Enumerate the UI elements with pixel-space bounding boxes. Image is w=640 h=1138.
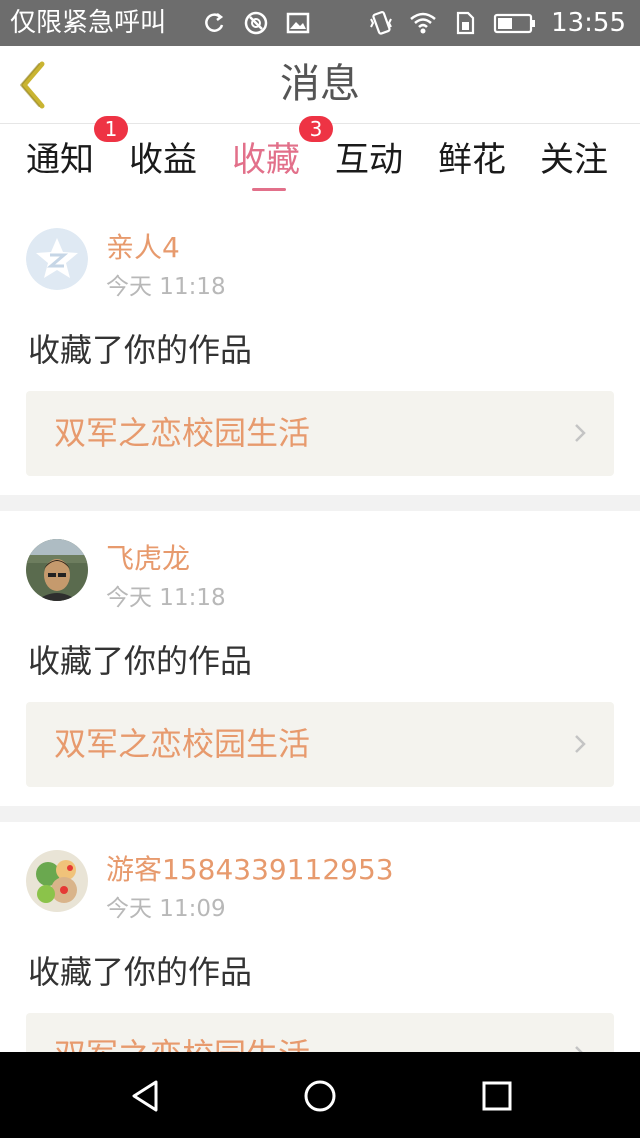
list-item: 游客1584339112953 今天 11:09 收藏了你的作品 双军之恋校园生… xyxy=(0,822,640,1052)
username[interactable]: 亲人4 xyxy=(106,230,180,266)
status-system-icons: 13:55 xyxy=(367,6,626,40)
tab-follows[interactable]: 关注 xyxy=(540,138,608,182)
status-notification-icons xyxy=(200,8,312,38)
sync-icon xyxy=(205,13,224,32)
timestamp: 今天 11:09 xyxy=(106,896,226,922)
notifications-badge: 1 xyxy=(94,116,128,142)
favorites-feed: 亲人4 今天 11:18 收藏了你的作品 双军之恋校园生活 飞虎龙 今天 11:… xyxy=(0,200,640,1052)
avatar[interactable] xyxy=(26,228,88,290)
avatar[interactable] xyxy=(26,539,88,601)
tab-flowers[interactable]: 鲜花 xyxy=(438,138,506,182)
work-title: 双军之恋校园生活 xyxy=(54,1033,310,1052)
message-tabs: 通知 1 收益 收藏 3 互动 鲜花 关注 xyxy=(0,116,640,200)
vibrate-icon xyxy=(370,11,392,35)
home-circle-icon[interactable] xyxy=(300,1076,340,1116)
battery-icon xyxy=(493,13,536,34)
status-bar: 仅限紧急呼叫 13:55 xyxy=(0,0,640,46)
action-text: 收藏了你的作品 xyxy=(28,331,253,369)
chevron-right-icon xyxy=(575,1046,583,1052)
list-item: 亲人4 今天 11:18 收藏了你的作品 双军之恋校园生活 xyxy=(0,200,640,495)
active-tab-indicator xyxy=(252,188,286,191)
food-avatar-icon xyxy=(26,850,88,912)
work-link[interactable]: 双军之恋校园生活 xyxy=(26,391,614,476)
clock-time: 13:55 xyxy=(551,8,626,38)
blocked-icon xyxy=(244,11,268,35)
tab-interactions[interactable]: 互动 xyxy=(335,138,403,182)
wifi-icon xyxy=(410,12,436,34)
avatar[interactable] xyxy=(26,850,88,912)
work-title: 双军之恋校园生活 xyxy=(54,414,311,452)
username[interactable]: 飞虎龙 xyxy=(106,541,190,577)
app-header: 消息 xyxy=(0,46,640,124)
username[interactable]: 游客1584339112953 xyxy=(106,852,394,888)
chevron-right-icon xyxy=(575,424,586,442)
tab-notifications[interactable]: 通知 xyxy=(26,138,94,182)
work-link[interactable]: 双军之恋校园生活 xyxy=(26,1013,614,1052)
sim-icon xyxy=(456,11,475,35)
timestamp: 今天 11:18 xyxy=(106,274,226,300)
image-icon xyxy=(286,12,310,34)
default-avatar-icon xyxy=(26,228,88,290)
tab-earnings[interactable]: 收益 xyxy=(129,138,197,182)
emergency-calls-text: 仅限紧急呼叫 xyxy=(10,8,167,38)
action-text: 收藏了你的作品 xyxy=(28,642,253,680)
system-nav-bar xyxy=(0,1052,640,1138)
timestamp: 今天 11:18 xyxy=(106,585,226,611)
back-triangle-icon[interactable] xyxy=(126,1076,166,1116)
list-item: 飞虎龙 今天 11:18 收藏了你的作品 双军之恋校园生活 xyxy=(0,511,640,806)
tab-favorites[interactable]: 收藏 xyxy=(232,138,300,182)
work-title: 双军之恋校园生活 xyxy=(54,725,311,763)
chevron-right-icon xyxy=(575,735,586,753)
page-title: 消息 xyxy=(280,61,360,107)
divider xyxy=(0,495,640,511)
photo-avatar-icon xyxy=(26,539,88,601)
divider xyxy=(0,806,640,822)
action-text: 收藏了你的作品 xyxy=(28,953,253,991)
recents-square-icon[interactable] xyxy=(477,1076,517,1116)
work-link[interactable]: 双军之恋校园生活 xyxy=(26,702,614,787)
favorites-badge: 3 xyxy=(299,116,333,142)
